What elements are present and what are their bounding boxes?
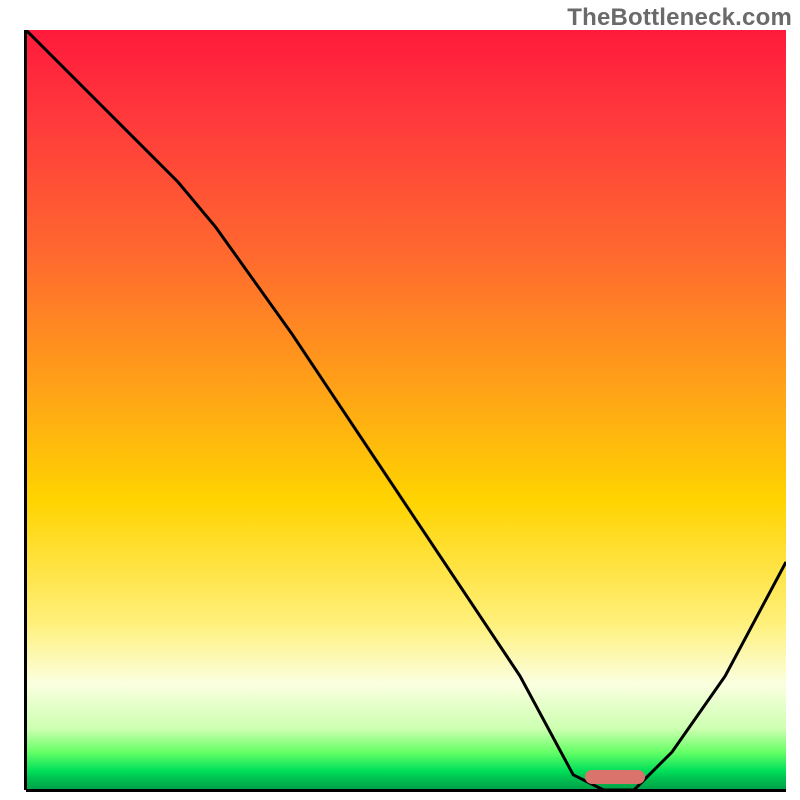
bottleneck-curve [26,30,786,790]
plot-area [26,30,786,790]
chart-container: TheBottleneck.com [0,0,800,800]
x-axis [26,789,786,792]
y-axis [24,30,27,790]
optimal-marker [585,770,646,784]
curve-path [26,30,786,790]
watermark-label: TheBottleneck.com [567,4,792,32]
